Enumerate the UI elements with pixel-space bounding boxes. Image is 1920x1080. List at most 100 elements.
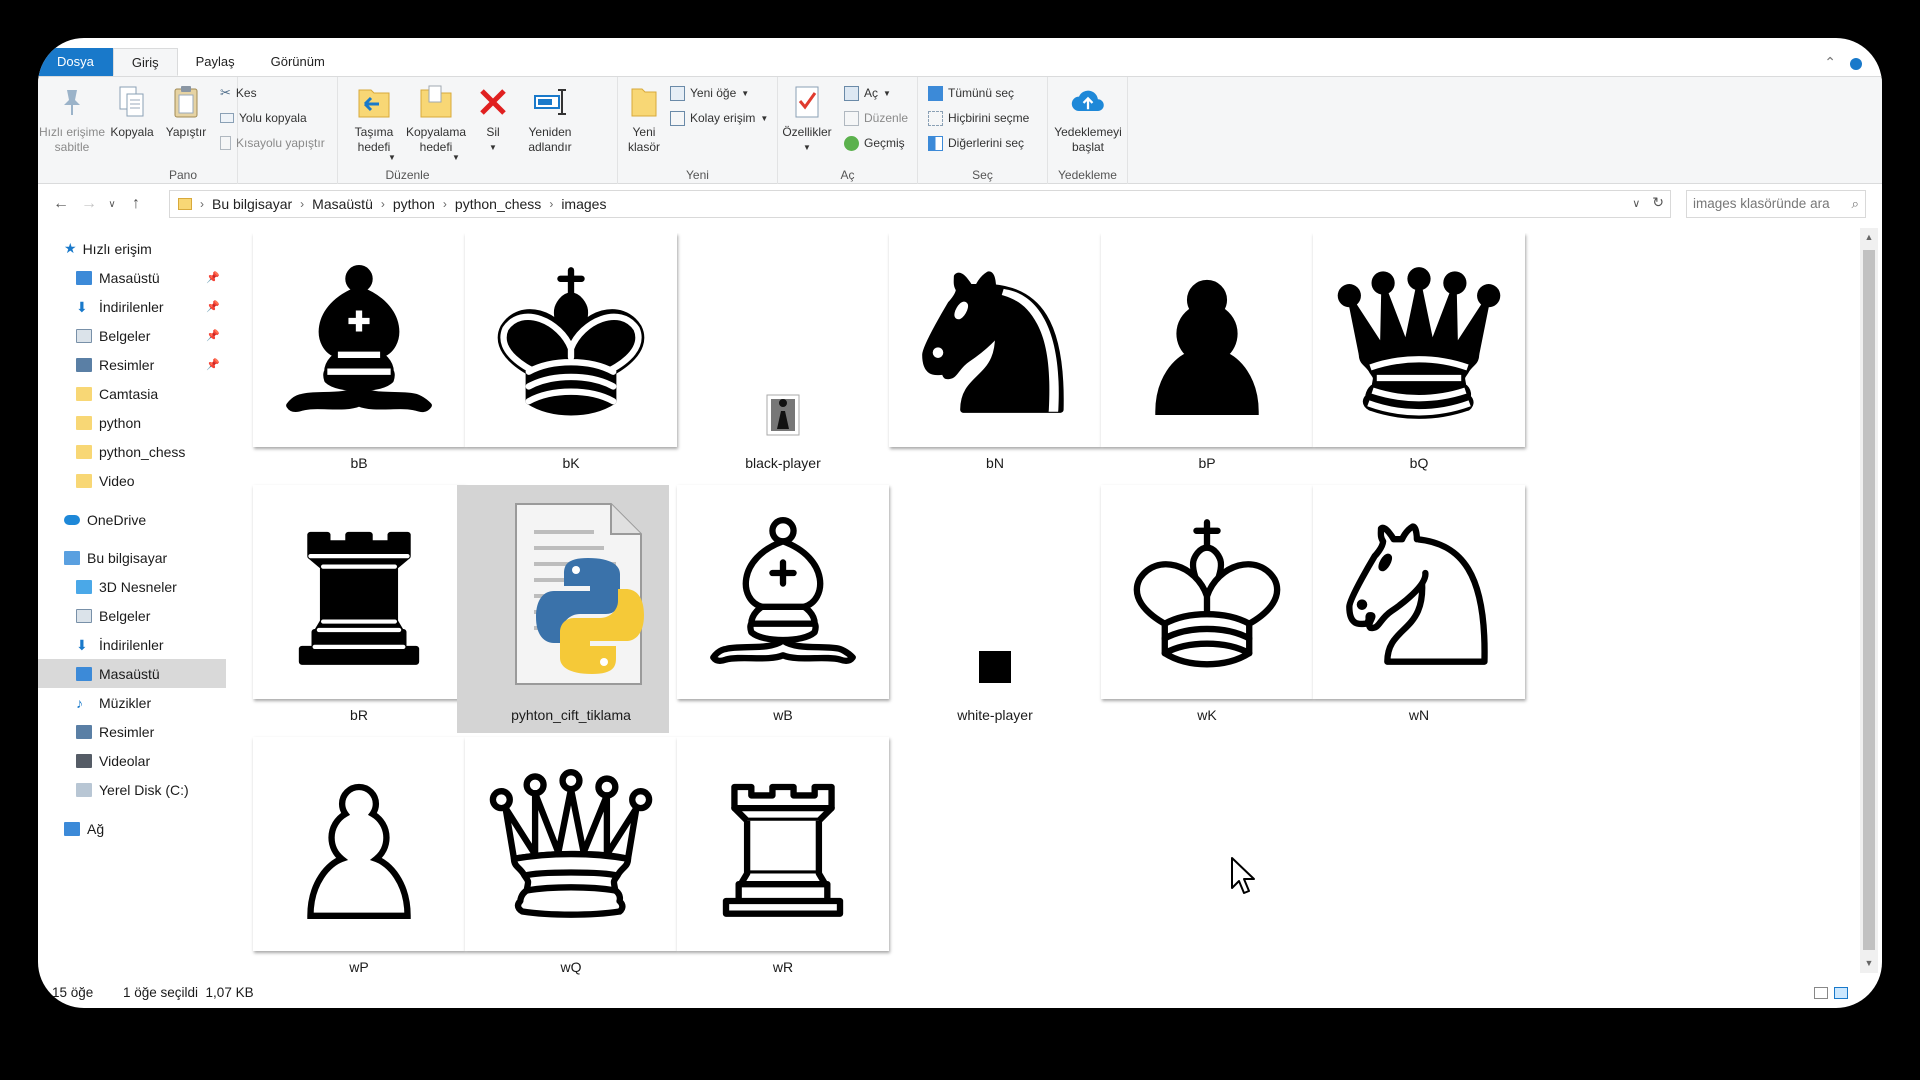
tab-view[interactable]: Görünüm — [253, 48, 343, 76]
nav-quick-documents[interactable]: Belgeler 📌 — [38, 321, 226, 350]
refresh-icon[interactable]: ↻ — [1652, 194, 1664, 211]
file-item[interactable]: wQ — [457, 737, 677, 975]
collapse-ribbon-icon[interactable]: ⌃ — [1824, 54, 1836, 71]
chevron-down-icon: ▼ — [760, 113, 769, 123]
tab-file[interactable]: Dosya — [38, 48, 113, 76]
forward-button[interactable]: → — [78, 195, 100, 213]
nav-pc-3d-objects[interactable]: 3D Nesneler — [38, 572, 226, 601]
pin-icon[interactable]: 📌 — [206, 358, 220, 371]
start-backup-button[interactable]: Yedeklemeyi başlat — [1050, 83, 1126, 155]
paste-button[interactable]: Yapıştır — [166, 83, 206, 140]
file-item[interactable]: pyhton_cift_tiklama — [457, 485, 669, 733]
recent-locations-button[interactable]: ∨ — [101, 199, 123, 210]
arrow-up-icon: ↑ — [132, 195, 140, 212]
file-item[interactable]: bP — [1093, 233, 1313, 481]
nav-onedrive[interactable]: OneDrive — [38, 505, 226, 534]
file-item[interactable]: wK — [1093, 485, 1313, 733]
address-history-dropdown-icon[interactable]: ∨ — [1632, 194, 1640, 211]
tab-share[interactable]: Paylaş — [178, 48, 253, 76]
new-item-button[interactable]: Yeni öğe ▼ — [670, 83, 749, 103]
open-button[interactable]: Aç ▼ — [844, 83, 891, 103]
select-all-button[interactable]: Tümünü seç — [928, 83, 1014, 103]
file-item[interactable]: bK — [457, 233, 677, 481]
nav-pc-documents[interactable]: Belgeler — [38, 601, 226, 630]
group-backup: Yedeklemeyi başlat Yedekleme — [1048, 77, 1128, 185]
group-label-select: Seç — [972, 168, 993, 182]
new-folder-icon — [626, 83, 662, 121]
nav-quick-camtasia[interactable]: Camtasia — [38, 379, 226, 408]
new-folder-button[interactable]: Yeni klasör — [622, 83, 666, 155]
tab-home[interactable]: Giriş — [112, 48, 178, 76]
breadcrumb-desktop[interactable]: Masaüstü — [306, 196, 379, 212]
scrollbar-thumb[interactable] — [1863, 250, 1875, 950]
breadcrumb-python-chess[interactable]: python_chess — [449, 196, 547, 212]
scroll-up-icon[interactable]: ▲ — [1860, 232, 1878, 242]
nav-pc-pictures[interactable]: Resimler — [38, 717, 226, 746]
back-button[interactable]: ← — [50, 195, 72, 213]
copy-to-button[interactable]: Kopyalama hedefi ▼ — [404, 83, 468, 162]
file-name: wK — [1197, 707, 1217, 723]
delete-button[interactable]: Sil ▼ — [478, 83, 508, 155]
nav-pc-downloads[interactable]: ⬇ İndirilenler — [38, 630, 226, 659]
file-name: white-player — [957, 707, 1033, 723]
up-button[interactable]: ↑ — [125, 195, 147, 213]
search-input[interactable]: images klasöründe ara ⌕ — [1686, 190, 1866, 218]
nav-quick-pictures[interactable]: Resimler 📌 — [38, 350, 226, 379]
nav-quick-python-chess[interactable]: python_chess — [38, 437, 226, 466]
details-view-icon[interactable] — [1814, 987, 1828, 999]
file-item[interactable]: wR — [669, 737, 889, 975]
invert-selection-button[interactable]: Diğerlerini seç — [928, 133, 1024, 153]
file-item[interactable]: black-player — [669, 233, 881, 481]
black-player-small-icon — [677, 233, 889, 447]
music-icon: ♪ — [76, 694, 83, 711]
scroll-down-icon[interactable]: ▼ — [1860, 958, 1878, 968]
rename-button[interactable]: Yeniden adlandır — [524, 83, 576, 155]
file-item[interactable]: wN — [1305, 485, 1525, 733]
breadcrumb-this-pc[interactable]: Bu bilgisayar — [206, 196, 298, 212]
file-item[interactable]: bR — [245, 485, 465, 733]
nav-network[interactable]: Ağ — [38, 814, 226, 843]
pin-icon[interactable]: 📌 — [206, 271, 220, 284]
address-bar[interactable]: › Bu bilgisayar › Masaüstü › python › py… — [169, 190, 1671, 218]
chevron-down-icon: ▼ — [489, 143, 497, 152]
properties-button[interactable]: Özellikler ▼ — [782, 83, 832, 155]
vertical-scrollbar[interactable]: ▲ ▼ — [1860, 228, 1878, 973]
nav-quick-desktop[interactable]: Masaüstü 📌 — [38, 263, 226, 292]
file-item[interactable]: bB — [245, 233, 465, 481]
easy-access-button[interactable]: Kolay erişim ▼ — [670, 108, 768, 128]
nav-this-pc[interactable]: Bu bilgisayar — [38, 543, 226, 572]
move-to-button[interactable]: Taşıma hedefi ▼ — [348, 83, 400, 162]
nav-pc-music[interactable]: ♪ Müzikler — [38, 688, 226, 717]
file-item[interactable]: white-player — [881, 485, 1093, 733]
large-icons-view-icon[interactable] — [1834, 987, 1848, 999]
white-queen-icon — [465, 737, 677, 951]
nav-quick-python[interactable]: python — [38, 408, 226, 437]
black-rook-icon — [253, 485, 465, 699]
nav-quick-access[interactable]: ★ Hızlı erişim — [38, 234, 226, 263]
pin-icon — [54, 83, 90, 121]
file-item[interactable]: wB — [669, 485, 889, 733]
help-icon[interactable] — [1850, 58, 1862, 70]
pin-quick-access-button[interactable]: Hızlı erişime sabitle — [39, 83, 105, 155]
history-button[interactable]: Geçmiş — [844, 133, 905, 153]
nav-quick-downloads[interactable]: ⬇ İndirilenler 📌 — [38, 292, 226, 321]
nav-pc-local-disk[interactable]: Yerel Disk (C:) — [38, 775, 226, 804]
pin-icon[interactable]: 📌 — [206, 329, 220, 342]
breadcrumb-separator-icon: › — [442, 197, 447, 211]
edit-button[interactable]: Düzenle — [844, 108, 908, 128]
nav-pc-desktop[interactable]: Masaüstü — [38, 659, 226, 688]
breadcrumb-images[interactable]: images — [555, 196, 612, 212]
cloud-upload-icon — [1070, 83, 1106, 121]
nav-pc-videos[interactable]: Videolar — [38, 746, 226, 775]
pin-icon[interactable]: 📌 — [206, 300, 220, 313]
group-label-organize: Düzenle — [385, 168, 430, 182]
file-item[interactable]: wP — [245, 737, 465, 975]
breadcrumb-python[interactable]: python — [387, 196, 441, 212]
nav-quick-video[interactable]: Video — [38, 466, 226, 495]
copy-button[interactable]: Kopyala — [110, 83, 154, 140]
file-item[interactable]: bQ — [1305, 233, 1525, 481]
white-knight-icon — [1313, 485, 1525, 699]
file-item[interactable]: bN — [881, 233, 1101, 481]
select-none-button[interactable]: Hiçbirini seçme — [928, 108, 1029, 128]
hard-drive-icon — [76, 782, 92, 797]
